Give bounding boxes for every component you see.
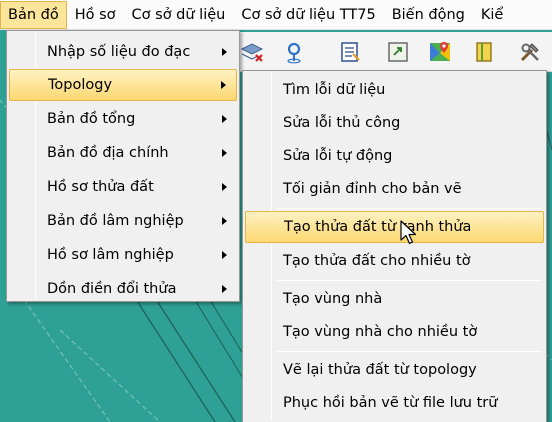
menu-item-don-dien-doi-thua[interactable]: Dồn điền đổi thửa <box>9 273 237 305</box>
submenu-arrow-icon <box>222 285 227 293</box>
menu-item-ban-do-tong[interactable]: Bản đồ tổng <box>9 103 237 135</box>
submenu-item-toi-gian-dinh[interactable]: Tối giản đỉnh cho bản vẽ <box>245 173 544 205</box>
menu-item-label: Bản đồ tổng <box>47 111 136 127</box>
submenu-item-tao-thua-dat-nhieu-to[interactable]: Tạo thửa đất cho nhiều tờ <box>245 245 544 277</box>
pin-icon[interactable] <box>282 40 306 64</box>
menu-bar: Bản đồ Hồ sơ Cơ sở dữ liệu Cơ sở dữ liệu… <box>0 0 552 30</box>
menu-item-ban-do-dia-chinh[interactable]: Bản đồ địa chính <box>9 137 237 169</box>
submenu-arrow-icon <box>222 149 227 157</box>
topology-submenu: Tìm lỗi dữ liệu Sửa lỗi thủ công Sửa lỗi… <box>242 70 547 422</box>
menu-item-nhap-so-lieu[interactable]: Nhập số liệu đo đạc <box>9 36 237 68</box>
menu-item-label: Vẽ lại thửa đất từ topology <box>283 362 477 378</box>
menu-item-label: Nhập số liệu đo đạc <box>47 44 191 60</box>
submenu-arrow-icon <box>222 183 227 191</box>
menu-item-label: Tạo vùng nhà cho nhiều tờ <box>283 324 478 340</box>
book-icon[interactable] <box>472 40 496 64</box>
submenu-item-tao-vung-nha-nhieu-to[interactable]: Tạo vùng nhà cho nhiều tờ <box>245 316 544 348</box>
menubar-ho-so[interactable]: Hồ sơ <box>67 1 124 29</box>
submenu-item-ve-lai-thua-dat[interactable]: Vẽ lại thửa đất từ topology <box>245 354 544 386</box>
menu-item-label: Tìm lỗi dữ liệu <box>283 82 386 98</box>
menu-item-label: Tạo thửa đất từ ranh thửa <box>284 219 472 235</box>
export-icon[interactable] <box>386 40 410 64</box>
menu-item-label: Bản đồ địa chính <box>47 145 169 161</box>
ban-do-menu: Nhập số liệu đo đạc Topology Bản đồ tổng… <box>6 30 240 302</box>
menubar-co-so-du-lieu-tt75[interactable]: Cơ sở dữ liệu TT75 <box>233 1 383 29</box>
mouse-cursor-icon <box>400 220 417 245</box>
submenu-item-tao-thua-dat-tu-ranh-thua[interactable]: Tạo thửa đất từ ranh thửa <box>245 211 544 243</box>
menu-separator <box>277 208 542 209</box>
menu-item-ban-do-lam-nghiep[interactable]: Bản đồ lâm nghiệp <box>9 205 237 237</box>
submenu-item-tao-vung-nha[interactable]: Tạo vùng nhà <box>245 283 544 315</box>
google-maps-icon[interactable] <box>428 40 452 64</box>
tools-icon[interactable] <box>518 40 542 64</box>
menu-item-label: Dồn điền đổi thửa <box>47 281 177 297</box>
menu-separator <box>277 351 542 352</box>
submenu-arrow-icon <box>221 81 226 89</box>
menu-item-label: Sửa lỗi thủ công <box>283 115 401 131</box>
submenu-item-tim-loi[interactable]: Tìm lỗi dữ liệu <box>245 74 544 106</box>
submenu-item-sua-loi-thu-cong[interactable]: Sửa lỗi thủ công <box>245 107 544 139</box>
menu-item-ho-so-lam-nghiep[interactable]: Hồ sơ lâm nghiệp <box>9 239 237 271</box>
menu-item-label: Hồ sơ lâm nghiệp <box>47 247 174 263</box>
layers-delete-icon[interactable] <box>240 40 264 64</box>
menu-item-label: Tạo vùng nhà <box>283 291 383 307</box>
menu-item-label: Tạo thửa đất cho nhiều tờ <box>283 253 471 269</box>
submenu-arrow-icon <box>222 48 227 56</box>
menu-item-label: Topology <box>48 77 113 93</box>
menu-item-label: Phục hồi bản vẽ từ file lưu trữ <box>283 395 498 411</box>
menu-item-topology[interactable]: Topology <box>9 69 237 101</box>
menu-item-label: Bản đồ lâm nghiệp <box>47 213 184 229</box>
toolbar <box>230 32 552 72</box>
menubar-bien-dong[interactable]: Biến động <box>384 1 473 29</box>
submenu-item-sua-loi-tu-dong[interactable]: Sửa lỗi tự động <box>245 140 544 172</box>
menu-item-label: Hồ sơ thửa đất <box>47 179 154 195</box>
submenu-item-phuc-hoi-ban-ve[interactable]: Phục hồi bản vẽ từ file lưu trữ <box>245 387 544 419</box>
menu-item-label: Sửa lỗi tự động <box>283 148 393 164</box>
document-icon[interactable] <box>338 40 362 64</box>
submenu-arrow-icon <box>222 251 227 259</box>
menubar-co-so-du-lieu[interactable]: Cơ sở dữ liệu <box>124 1 234 29</box>
submenu-arrow-icon <box>222 217 227 225</box>
menu-item-label: Tối giản đỉnh cho bản vẽ <box>283 181 462 197</box>
menu-item-ho-so-thua-dat[interactable]: Hồ sơ thửa đất <box>9 171 237 203</box>
menu-separator <box>277 280 542 281</box>
menubar-kiem[interactable]: Kiể <box>473 1 511 29</box>
menubar-ban-do[interactable]: Bản đồ <box>0 0 67 29</box>
submenu-arrow-icon <box>222 115 227 123</box>
